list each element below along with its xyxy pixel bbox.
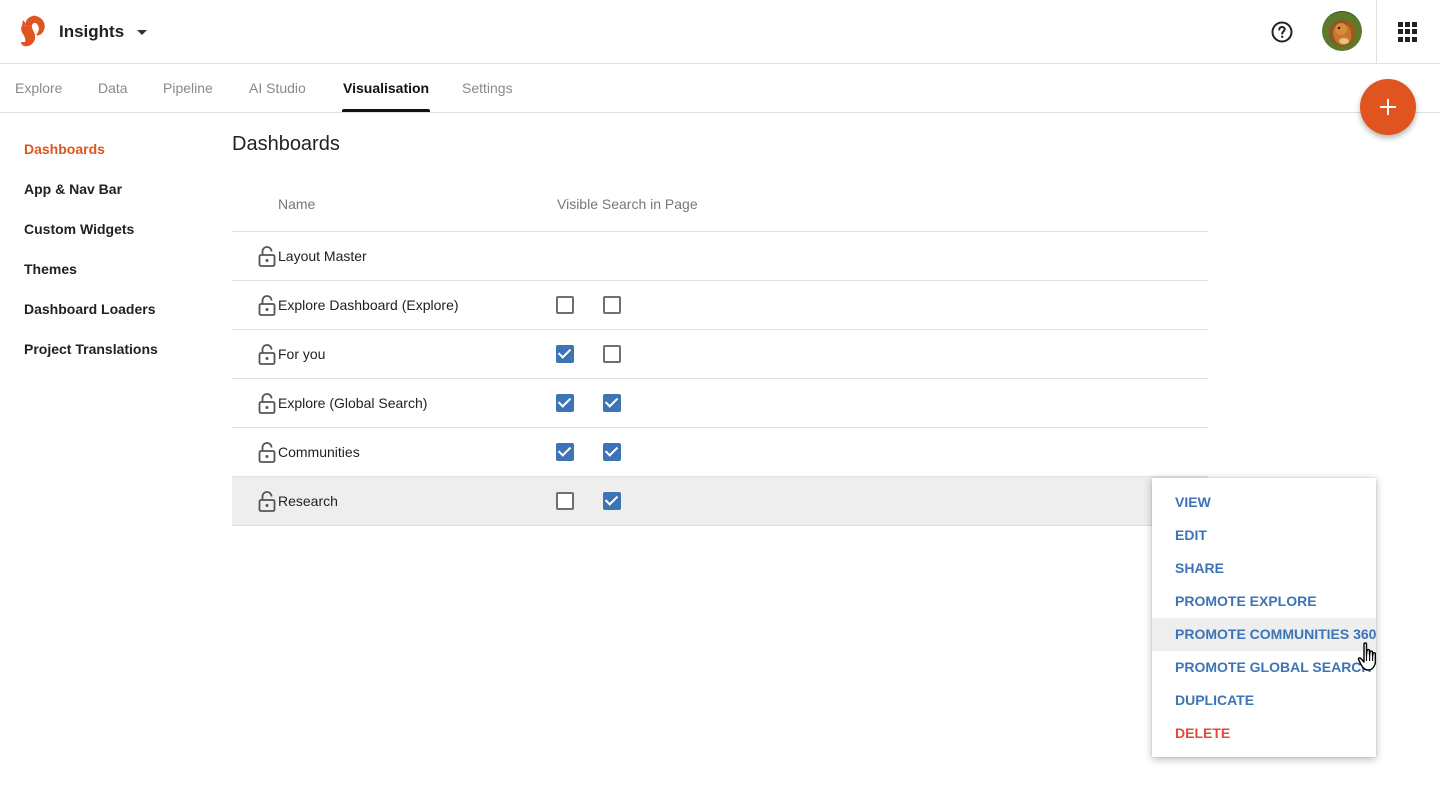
dashboard-name: Communities: [278, 444, 360, 460]
visible-checkbox[interactable]: [556, 492, 574, 510]
help-circle-icon[interactable]: [1270, 20, 1294, 44]
search-in-page-checkbox[interactable]: [603, 296, 621, 314]
dashboard-name: Explore (Global Search): [278, 395, 428, 411]
topbar-divider: [1376, 0, 1377, 64]
menu-item-promote-explore[interactable]: PROMOTE EXPLORE: [1152, 585, 1376, 618]
table-row-selected[interactable]: Research: [232, 477, 1208, 526]
menu-item-promote-global-search[interactable]: PROMOTE GLOBAL SEARCH: [1152, 651, 1376, 684]
menu-item-duplicate[interactable]: DUPLICATE: [1152, 684, 1376, 717]
lock-icon: [258, 491, 276, 512]
sidebar-item-dashboards[interactable]: Dashboards: [24, 141, 105, 161]
menu-item-promote-communities-360[interactable]: PROMOTE COMMUNITIES 360: [1152, 618, 1376, 651]
tab-explore[interactable]: Explore: [15, 64, 62, 112]
visible-checkbox[interactable]: [556, 394, 574, 412]
sidebar-item-project-translations[interactable]: Project Translations: [24, 341, 158, 361]
sidebar-item-dashboard-loaders[interactable]: Dashboard Loaders: [24, 301, 155, 321]
tab-data[interactable]: Data: [98, 64, 128, 112]
sidebar-item-themes[interactable]: Themes: [24, 261, 77, 281]
user-avatar[interactable]: [1322, 11, 1362, 51]
lock-icon: [258, 246, 276, 267]
row-context-menu: VIEW EDIT SHARE PROMOTE EXPLORE PROMOTE …: [1152, 478, 1376, 757]
dashboard-name: Research: [278, 493, 338, 509]
lock-icon: [258, 295, 276, 316]
menu-item-view[interactable]: VIEW: [1152, 486, 1376, 519]
menu-item-share[interactable]: SHARE: [1152, 552, 1376, 585]
visible-checkbox[interactable]: [556, 296, 574, 314]
tab-visualisation[interactable]: Visualisation: [341, 64, 431, 112]
dashboard-name: For you: [278, 346, 326, 362]
tab-ai-studio[interactable]: AI Studio: [249, 64, 306, 112]
menu-item-delete[interactable]: DELETE: [1152, 717, 1376, 750]
table-row[interactable]: Explore Dashboard (Explore): [232, 281, 1208, 330]
visible-checkbox[interactable]: [556, 443, 574, 461]
search-in-page-checkbox[interactable]: [603, 492, 621, 510]
lock-icon: [258, 442, 276, 463]
search-in-page-checkbox[interactable]: [603, 345, 621, 363]
plus-icon: [1380, 99, 1396, 115]
menu-item-edit[interactable]: EDIT: [1152, 519, 1376, 552]
apps-grid-icon[interactable]: [1398, 22, 1418, 42]
main-tab-bar: Explore Data Pipeline AI Studio Visualis…: [0, 64, 1440, 113]
page-title: Dashboards: [232, 133, 340, 155]
add-button[interactable]: [1360, 79, 1416, 135]
tab-pipeline[interactable]: Pipeline: [163, 64, 213, 112]
sidebar-item-app-nav-bar[interactable]: App & Nav Bar: [24, 181, 122, 201]
lock-icon: [258, 344, 276, 365]
column-header-name: Name: [278, 196, 316, 212]
sidebar-item-custom-widgets[interactable]: Custom Widgets: [24, 221, 134, 241]
column-header-visible-search: Visible Search in Page: [557, 196, 698, 212]
tab-settings[interactable]: Settings: [462, 64, 513, 112]
app-switcher[interactable]: Insights: [59, 18, 148, 46]
search-in-page-checkbox[interactable]: [603, 394, 621, 412]
table-row[interactable]: Explore (Global Search): [232, 379, 1208, 428]
caret-down-icon: [137, 29, 148, 35]
table-row[interactable]: For you: [232, 330, 1208, 379]
search-in-page-checkbox[interactable]: [603, 443, 621, 461]
squirrel-avatar-icon: [1334, 21, 1355, 45]
visible-checkbox[interactable]: [556, 345, 574, 363]
top-app-bar: Insights: [0, 0, 1440, 64]
dashboard-name: Explore Dashboard (Explore): [278, 297, 459, 313]
dashboard-name: Layout Master: [278, 248, 367, 264]
table-row[interactable]: Layout Master: [232, 232, 1208, 281]
app-title: Insights: [59, 22, 125, 41]
lock-icon: [258, 393, 276, 414]
squirrel-logo-icon[interactable]: [16, 14, 48, 48]
hand-pointer-icon: [1357, 642, 1377, 671]
table-row[interactable]: Communities: [232, 428, 1208, 477]
